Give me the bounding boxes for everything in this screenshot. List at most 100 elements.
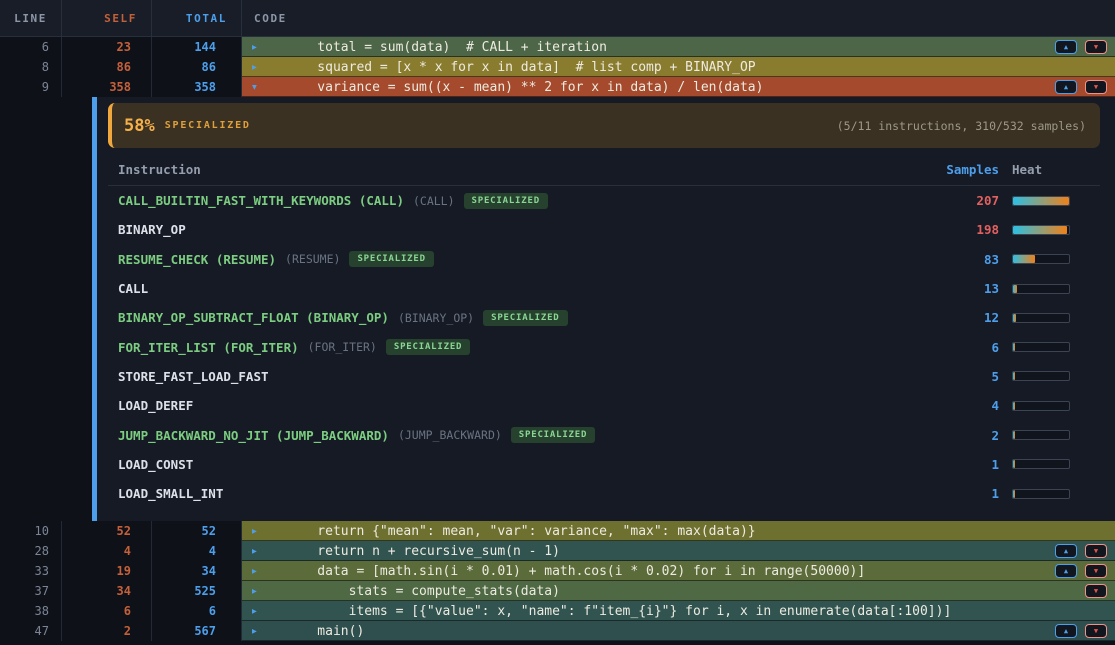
heat-bar bbox=[1012, 313, 1070, 323]
column-header-instruction[interactable]: Instruction bbox=[118, 162, 929, 177]
jump-down-button[interactable]: ▼ bbox=[1085, 584, 1107, 598]
heat-bar-fill bbox=[1013, 314, 1016, 322]
code-cell[interactable]: ▶ stats = compute_stats(data)▼ bbox=[242, 581, 1115, 601]
expand-arrow-icon[interactable]: ▶ bbox=[252, 607, 257, 616]
instruction-name: RESUME_CHECK (RESUME) bbox=[118, 252, 276, 267]
code-cell[interactable]: ▼ variance = sum((x - mean) ** 2 for x i… bbox=[242, 77, 1115, 97]
column-header-heat[interactable]: Heat bbox=[1012, 162, 1100, 177]
heat-bar bbox=[1012, 430, 1070, 440]
heat-bar bbox=[1012, 196, 1070, 206]
code-text: main() bbox=[286, 624, 364, 639]
heat-bar bbox=[1012, 371, 1070, 381]
heat-cell bbox=[1012, 313, 1100, 323]
instruction-name: CALL bbox=[118, 281, 148, 296]
heat-cell bbox=[1012, 371, 1100, 381]
jump-up-button[interactable]: ▲ bbox=[1055, 40, 1077, 54]
code-row: 3866▶ items = [{"value": x, "name": f"it… bbox=[0, 601, 1115, 621]
instruction-name: STORE_FAST_LOAD_FAST bbox=[118, 369, 269, 384]
code-cell[interactable]: ▶ items = [{"value": x, "name": f"item_{… bbox=[242, 601, 1115, 621]
code-text: data = [math.sin(i * 0.01) + math.cos(i … bbox=[286, 564, 865, 579]
specialized-label: SPECIALIZED bbox=[165, 120, 251, 131]
instruction-row: RESUME_CHECK (RESUME)(RESUME)SPECIALIZED… bbox=[108, 245, 1100, 274]
samples-count: 12 bbox=[929, 310, 999, 325]
heat-bar-fill bbox=[1013, 460, 1015, 468]
specialized-badge: SPECIALIZED bbox=[511, 427, 595, 443]
table-header: LINE SELF TOTAL CODE bbox=[0, 0, 1115, 37]
expand-arrow-icon[interactable]: ▶ bbox=[252, 547, 257, 556]
samples-count: 198 bbox=[929, 222, 999, 237]
total-time: 4 bbox=[152, 541, 242, 561]
heat-bar-fill bbox=[1013, 255, 1035, 263]
instruction-name: JUMP_BACKWARD_NO_JIT (JUMP_BACKWARD) bbox=[118, 428, 389, 443]
column-header-self: SELF bbox=[62, 0, 152, 36]
jump-down-button[interactable]: ▼ bbox=[1085, 544, 1107, 558]
code-rows-bottom: 105252▶ return {"mean": mean, "var": var… bbox=[0, 521, 1115, 641]
self-time: 4 bbox=[62, 541, 152, 561]
expand-arrow-icon[interactable]: ▶ bbox=[252, 627, 257, 636]
code-row: 472567▶ main()▲▼ bbox=[0, 621, 1115, 641]
collapse-arrow-icon[interactable]: ▼ bbox=[252, 83, 257, 92]
code-row: 105252▶ return {"mean": mean, "var": var… bbox=[0, 521, 1115, 541]
heat-bar bbox=[1012, 342, 1070, 352]
jump-up-button[interactable]: ▲ bbox=[1055, 80, 1077, 94]
expand-arrow-icon[interactable]: ▶ bbox=[252, 63, 257, 72]
row-nav: ▲▼ bbox=[1055, 544, 1107, 558]
heat-bar bbox=[1012, 284, 1070, 294]
jump-down-button[interactable]: ▼ bbox=[1085, 40, 1107, 54]
code-cell[interactable]: ▶ data = [math.sin(i * 0.01) + math.cos(… bbox=[242, 561, 1115, 581]
code-text: return n + recursive_sum(n - 1) bbox=[286, 544, 560, 559]
code-row: 88686▶ squared = [x * x for x in data] #… bbox=[0, 57, 1115, 77]
column-header-total: TOTAL bbox=[152, 0, 242, 36]
row-nav: ▲▼ bbox=[1055, 80, 1107, 94]
code-cell[interactable]: ▶ total = sum(data) # CALL + iteration▲▼ bbox=[242, 37, 1115, 57]
total-time: 86 bbox=[152, 57, 242, 77]
jump-down-button[interactable]: ▼ bbox=[1085, 80, 1107, 94]
instruction-name: LOAD_SMALL_INT bbox=[118, 486, 223, 501]
code-cell[interactable]: ▶ main() ▲ ▼ bbox=[242, 621, 1115, 641]
instruction-cell: BINARY_OP_SUBTRACT_FLOAT (BINARY_OP)(BIN… bbox=[118, 310, 929, 326]
instruction-base-name: (JUMP_BACKWARD) bbox=[398, 428, 502, 442]
specialization-banner: 58% SPECIALIZED (5/11 instructions, 310/… bbox=[108, 103, 1100, 148]
code-cell[interactable]: ▶ return {"mean": mean, "var": variance,… bbox=[242, 521, 1115, 541]
samples-count: 4 bbox=[929, 398, 999, 413]
instruction-base-name: (FOR_ITER) bbox=[308, 340, 377, 354]
total-time: 358 bbox=[152, 77, 242, 97]
line-number: 47 bbox=[0, 621, 62, 641]
specialized-percent: 58% bbox=[124, 116, 155, 136]
jump-down-button[interactable]: ▼ bbox=[1085, 624, 1107, 638]
self-time: 19 bbox=[62, 561, 152, 581]
expand-arrow-icon[interactable]: ▶ bbox=[252, 567, 257, 576]
jump-down-button[interactable]: ▼ bbox=[1085, 564, 1107, 578]
self-time: 6 bbox=[62, 601, 152, 621]
samples-count: 13 bbox=[929, 281, 999, 296]
heat-bar bbox=[1012, 254, 1070, 264]
line-number: 9 bbox=[0, 77, 62, 97]
line-number: 28 bbox=[0, 541, 62, 561]
heat-bar-fill bbox=[1013, 372, 1015, 380]
instruction-cell: JUMP_BACKWARD_NO_JIT (JUMP_BACKWARD) (JUM… bbox=[118, 427, 929, 443]
expand-arrow-icon[interactable]: ▶ bbox=[252, 587, 257, 596]
samples-count: 2 bbox=[929, 428, 999, 443]
expand-arrow-icon[interactable]: ▶ bbox=[252, 527, 257, 536]
instruction-table-header: Instruction Samples Heat bbox=[108, 154, 1100, 186]
total-time: 567 bbox=[152, 621, 242, 641]
code-text: return {"mean": mean, "var": variance, "… bbox=[286, 524, 756, 539]
self-time: 34 bbox=[62, 581, 152, 601]
total-time: 144 bbox=[152, 37, 242, 57]
expand-arrow-icon[interactable]: ▶ bbox=[252, 43, 257, 52]
banner-meta: (5/11 instructions, 310/532 samples) bbox=[837, 119, 1086, 133]
code-cell[interactable]: ▶ squared = [x * x for x in data] # list… bbox=[242, 57, 1115, 77]
jump-up-button[interactable]: ▲ bbox=[1055, 544, 1077, 558]
jump-up-button[interactable]: ▲ bbox=[1055, 624, 1077, 638]
heat-cell bbox=[1012, 459, 1100, 469]
specialized-badge: SPECIALIZED bbox=[464, 193, 548, 209]
heat-bar-fill bbox=[1013, 431, 1015, 439]
total-time: 6 bbox=[152, 601, 242, 621]
column-header-code: CODE bbox=[242, 0, 1115, 36]
instruction-row: CALL_BUILTIN_FAST_WITH_KEYWORDS (CALL)(C… bbox=[108, 186, 1100, 215]
column-header-samples[interactable]: Samples bbox=[929, 162, 999, 177]
jump-up-button[interactable]: ▲ bbox=[1055, 564, 1077, 578]
column-header-line: LINE bbox=[0, 0, 62, 36]
code-cell[interactable]: ▶ return n + recursive_sum(n - 1)▲▼ bbox=[242, 541, 1115, 561]
heat-bar-fill bbox=[1013, 490, 1015, 498]
